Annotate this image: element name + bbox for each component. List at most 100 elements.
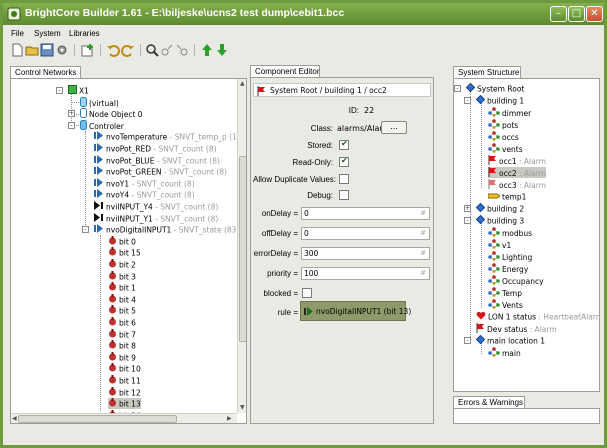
new-icon[interactable] (10, 43, 24, 57)
structure-item[interactable]: occ1 : Alarm (488, 155, 546, 166)
structure-item[interactable]: Energy (488, 263, 528, 274)
menu-libraries[interactable]: Libraries (69, 29, 100, 38)
close-button[interactable]: ✕ (586, 6, 603, 22)
link-icon[interactable] (160, 43, 174, 57)
structure-item[interactable]: LON 1 status : HeartbeatAlarm (476, 311, 599, 322)
tree-item[interactable]: bit 11 (108, 375, 141, 386)
error-delay-input[interactable]: 300 # (301, 247, 430, 260)
structure-item[interactable]: v1 (488, 239, 511, 250)
structure-item[interactable]: main location 1 (475, 334, 545, 346)
structure-item[interactable]: occs (488, 131, 519, 142)
structure-item[interactable]: temp1 (487, 191, 526, 202)
tree-item[interactable]: bit 15 (108, 247, 141, 258)
tree-item[interactable]: bit 12 (108, 386, 141, 398)
structure-item[interactable]: Vents (488, 299, 523, 310)
debug-checkbox[interactable] (339, 190, 349, 200)
class-browse-button[interactable]: ... (381, 121, 407, 134)
open-icon[interactable] (25, 43, 39, 57)
structure-item[interactable]: building 2 (475, 202, 524, 214)
tree-item[interactable]: nvoDigitalINPUT1 - SNVT_state (83) (94, 224, 239, 235)
structure-item[interactable]: vents (488, 143, 523, 154)
tree-item[interactable]: nvoPot_BLUE - SNVT_count (8) (94, 154, 220, 166)
structure-item[interactable]: Temp (488, 287, 522, 298)
collapse-icon[interactable]: - (68, 121, 75, 129)
tree-item[interactable]: nvoY1 - SNVT_count (8) (94, 177, 195, 189)
stored-checkbox[interactable] (339, 139, 349, 150)
redo-icon[interactable] (121, 43, 135, 57)
tree-item[interactable]: bit 3 (108, 270, 136, 282)
tree-item[interactable]: bit 9 (108, 351, 136, 363)
structure-item[interactable]: dimmer (488, 107, 531, 118)
tree-item[interactable]: bit 7 (108, 328, 136, 340)
expand-icon[interactable]: + (68, 110, 75, 118)
structure-item[interactable]: building 3 (475, 214, 524, 226)
structure-item[interactable]: modbus (488, 227, 532, 238)
collapse-icon[interactable]: - (56, 87, 63, 94)
system-structure-tree[interactable]: - System Root - building 1 dimmer pots occs ven… (453, 78, 600, 392)
structure-item[interactable]: pots (488, 119, 518, 130)
structure-item[interactable]: building 1 (475, 94, 524, 106)
tree-item[interactable]: nvoPot_RED - SNVT_count (8) (94, 143, 217, 154)
structure-item[interactable]: main (488, 347, 521, 358)
structure-item[interactable]: Dev status : Alarm (476, 323, 557, 334)
priority-input[interactable]: 100 # (301, 267, 430, 280)
collapse-icon[interactable]: - (464, 97, 471, 104)
tree-item[interactable]: bit 0 (108, 235, 136, 247)
structure-item[interactable]: occ3 : Alarm (488, 179, 546, 190)
horizontal-scrollbar[interactable]: ◀ ▶ (11, 413, 237, 423)
off-delay-input[interactable]: 0 # (301, 227, 430, 240)
scroll-down-icon[interactable]: ▼ (240, 404, 245, 411)
vertical-scroll-thumb[interactable] (239, 156, 246, 342)
tree-item[interactable]: X1 (68, 85, 89, 96)
menu-system[interactable]: System (34, 29, 61, 38)
tree-item[interactable]: Controler (80, 119, 124, 131)
tree-item[interactable]: Node Object 0 (80, 108, 143, 119)
unlink-icon[interactable] (175, 43, 189, 57)
readonly-checkbox[interactable] (339, 156, 349, 167)
rule-chip[interactable]: nvoDigitalINPUT1 (bit 13) (300, 301, 411, 321)
tree-item[interactable]: bit 2 (108, 259, 136, 270)
scroll-up-icon[interactable]: ▲ (240, 80, 245, 87)
on-delay-input[interactable]: 0 # (301, 207, 430, 220)
collapse-icon[interactable]: - (82, 226, 89, 234)
blocked-checkbox[interactable] (302, 288, 312, 298)
tree-item[interactable]: nvoY4 - SNVT_count (8) (94, 189, 195, 200)
control-networks-tree[interactable]: - X1 (virtual) + Node Object 0 - Controler nvoT… (10, 78, 247, 424)
horizontal-scroll-thumb[interactable] (18, 415, 177, 423)
tree-item[interactable]: nviINPUT_Y4 - SNVT_count (8) (94, 201, 218, 212)
title-bar[interactable]: BrightCore Builder 1.61 - E:\biljeske\uc… (3, 3, 604, 25)
tree-item[interactable]: bit 6 (108, 317, 136, 328)
scroll-right-icon[interactable]: ▶ (227, 415, 232, 422)
tree-item[interactable]: bit 13 (108, 398, 141, 410)
add-icon[interactable] (81, 43, 95, 57)
settings-icon[interactable] (55, 43, 69, 57)
structure-item[interactable]: Occupancy (488, 275, 544, 286)
structure-item[interactable]: occ2 : Alarm (488, 167, 546, 178)
minimize-button[interactable]: – (550, 6, 567, 22)
tree-item[interactable]: bit 4 (108, 293, 136, 305)
tree-item[interactable]: nvoPot_GREEN - SNVT_count (8) (94, 166, 227, 177)
expand-icon[interactable]: + (464, 205, 471, 212)
tree-item[interactable]: bit 1 (108, 282, 136, 293)
structure-item[interactable]: Lighting (488, 251, 532, 262)
structure-item[interactable]: System Root (465, 82, 524, 94)
zoom-icon[interactable] (145, 43, 159, 57)
collapse-icon[interactable]: - (454, 85, 461, 92)
tree-item[interactable]: bit 10 (108, 363, 141, 374)
move-up-icon[interactable] (200, 43, 214, 57)
menu-file[interactable]: File (11, 29, 24, 38)
allow-duplicate-checkbox[interactable] (339, 174, 349, 184)
tree-item[interactable]: bit 8 (108, 340, 136, 351)
vertical-scrollbar[interactable]: ▲ ▼ (237, 79, 246, 413)
tree-item[interactable]: bit 5 (108, 305, 136, 316)
collapse-icon[interactable]: - (464, 217, 471, 224)
save-icon[interactable] (40, 43, 54, 57)
move-down-icon[interactable] (215, 43, 229, 57)
scroll-left-icon[interactable]: ◀ (12, 415, 17, 422)
tree-item[interactable]: (virtual) (80, 96, 119, 108)
undo-icon[interactable] (106, 43, 120, 57)
tree-item[interactable]: nvoTemperature - SNVT_temp_p (105 (94, 131, 246, 142)
tree-item[interactable]: nviINPUT_Y1 - SNVT_count (8) (94, 212, 218, 224)
collapse-icon[interactable]: - (464, 337, 471, 344)
maximize-button[interactable]: □ (568, 6, 585, 22)
